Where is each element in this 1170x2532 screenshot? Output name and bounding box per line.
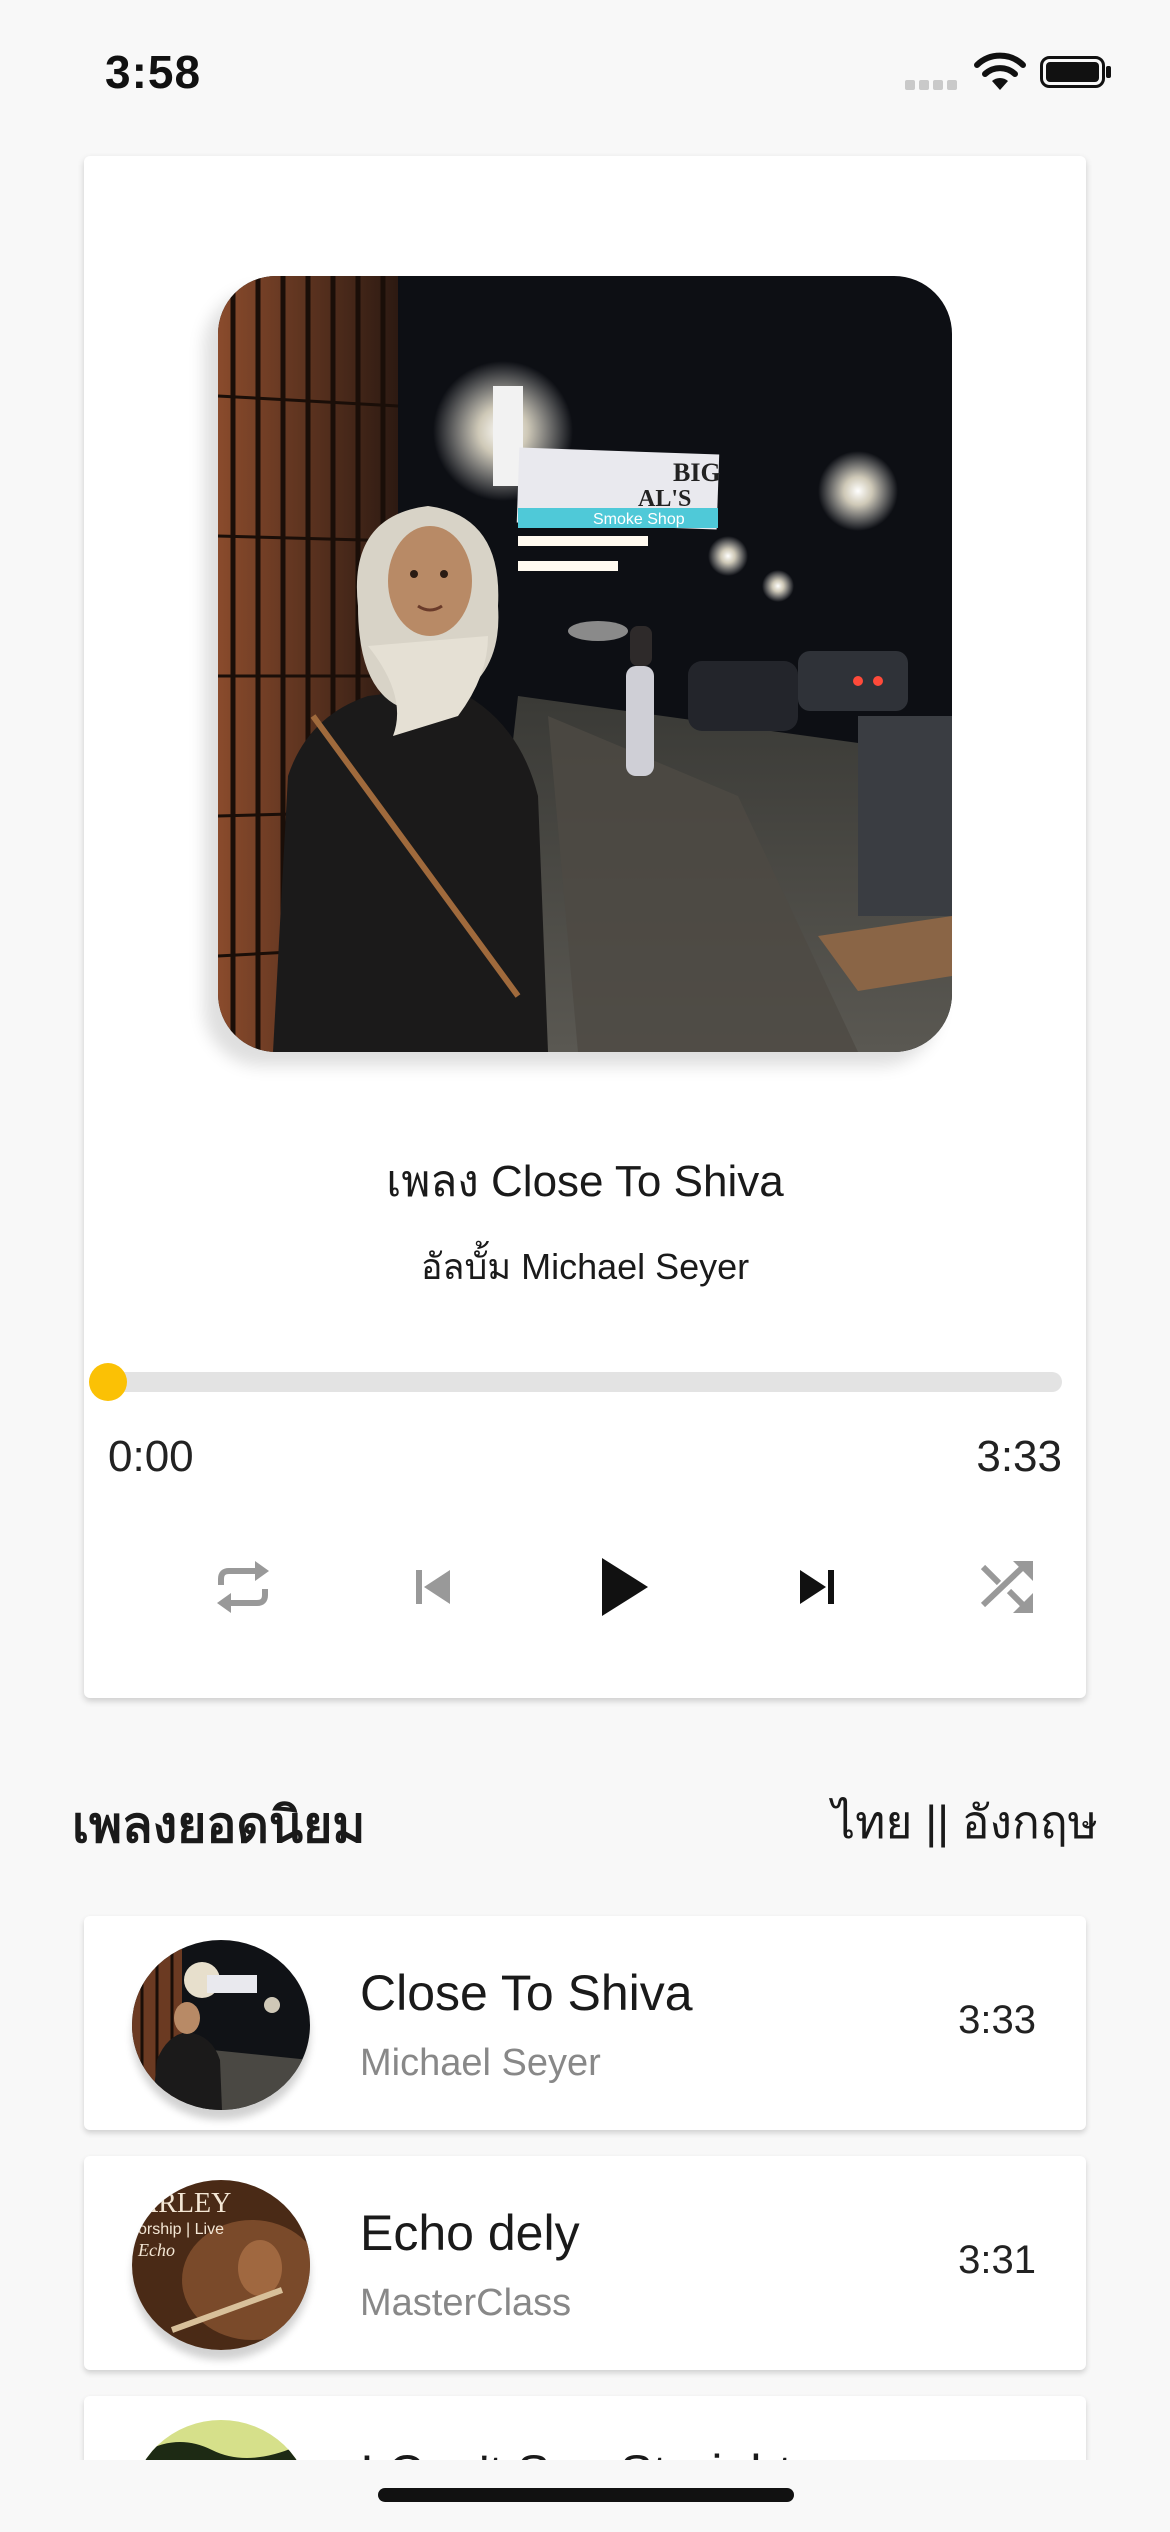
track-item[interactable]: ARLEY orship | Live Echo Echo dely Maste… (84, 2156, 1086, 2370)
track-duration: 3:33 (958, 1998, 1036, 2042)
track-artist: MasterClass (360, 2282, 572, 2324)
track-title: I Can't See Straight (360, 2444, 792, 2460)
home-indicator[interactable] (378, 2488, 794, 2502)
track-title: Close To Shiva (360, 1965, 693, 2021)
cover-text-echo-2: orship | Live (138, 2221, 224, 2238)
track-title: Echo dely (360, 2205, 580, 2261)
track-item[interactable]: I Can't See Straight (84, 2396, 1086, 2460)
track-thumbnail: ARLEY orship | Live Echo (132, 2180, 310, 2350)
track-artist: Michael Seyer (360, 2042, 601, 2084)
track-thumbnail (132, 1940, 310, 2110)
cover-text-echo-3: Echo (137, 2240, 175, 2260)
track-duration: 3:31 (958, 2238, 1036, 2282)
cover-text-echo-1: ARLEY (138, 2188, 231, 2219)
track-list: Close To Shiva Michael Seyer 3:33 ARLEY … (0, 0, 1170, 2460)
track-thumbnail (132, 2420, 310, 2460)
track-item[interactable]: Close To Shiva Michael Seyer 3:33 (84, 1916, 1086, 2130)
